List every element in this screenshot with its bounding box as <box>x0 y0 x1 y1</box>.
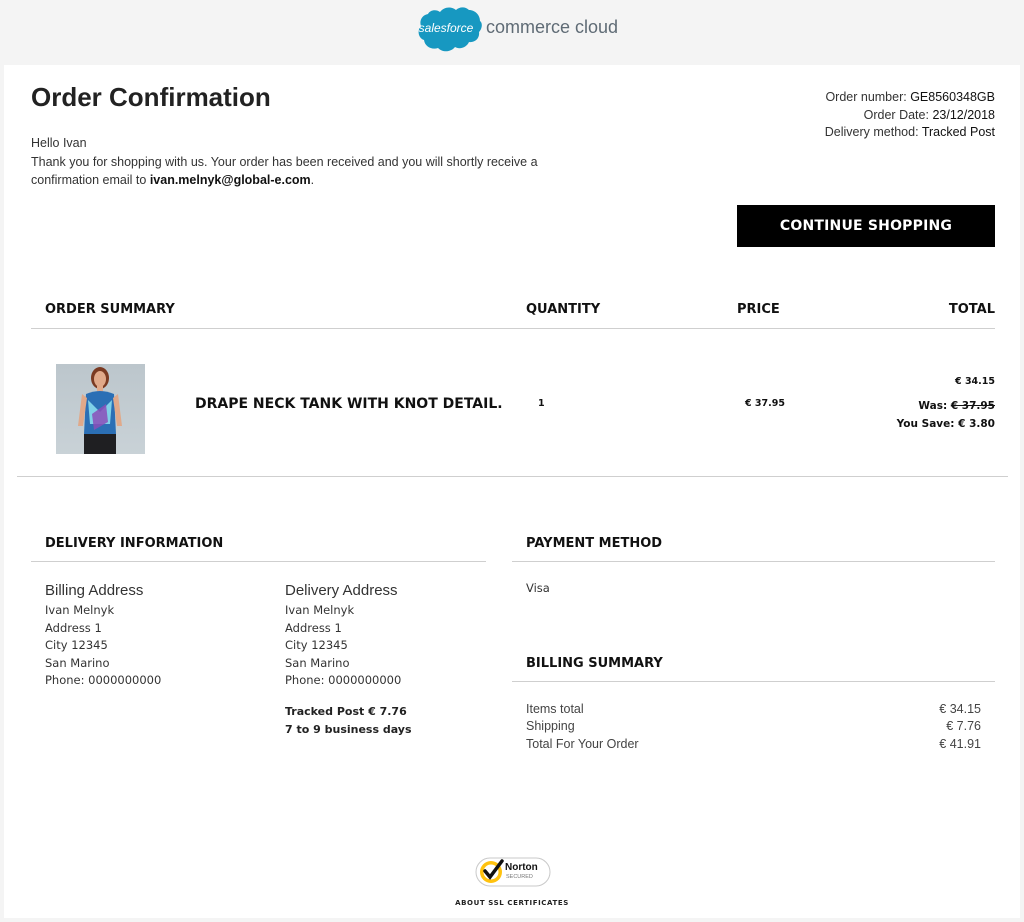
order-number-value: GE8560348GB <box>910 90 995 104</box>
order-details: Order number: GE8560348GB Order Date: 23… <box>825 89 995 142</box>
delivery-line: San Marino <box>285 655 350 670</box>
order-date-value: 23/12/2018 <box>932 107 995 122</box>
order-number-label: Order number: <box>825 90 907 104</box>
product-image[interactable] <box>56 364 145 454</box>
shipping-eta: 7 to 9 business days <box>285 723 412 736</box>
continue-shopping-button[interactable]: CONTINUE SHOPPING <box>737 205 995 247</box>
delivery-line: Address 1 <box>285 620 342 635</box>
billing-line: Phone: 0000000000 <box>45 673 162 687</box>
you-save: You Save: € 3.80 <box>897 418 995 430</box>
payment-method-value: Visa <box>526 581 550 595</box>
summary-divider <box>31 328 995 329</box>
billing-address-title: Billing Address <box>45 582 144 599</box>
confirmation-message: Thank you for shopping with us. Your ord… <box>31 153 571 189</box>
was-price: Was: € 37.95 <box>918 400 995 412</box>
norton-secured-badge[interactable]: Norton SECURED <box>475 856 551 888</box>
top-header: salesforce commerce cloud <box>0 0 1024 65</box>
norton-secured-text: SECURED <box>506 874 533 880</box>
commerce-cloud-text: commerce cloud <box>486 17 619 37</box>
order-summary-header: ORDER SUMMARY <box>45 302 175 317</box>
item-price: € 37.95 <box>745 398 785 409</box>
items-total-label: Items total <box>526 702 584 716</box>
billing-address: Ivan Melnyk Address 1 City 12345 San Mar… <box>45 602 161 690</box>
delivery-divider <box>31 561 486 562</box>
billing-line: City 12345 <box>45 638 108 652</box>
order-date-label: Order Date: <box>863 107 929 122</box>
total-header: TOTAL <box>948 302 995 317</box>
confirmation-suffix: . <box>310 173 315 187</box>
save-value: € 3.80 <box>958 418 995 430</box>
order-number-row: Order number: GE8560348GB <box>825 89 995 107</box>
payment-method-heading: PAYMENT METHOD <box>526 536 663 551</box>
items-total-value: € 34.15 <box>939 702 981 716</box>
delivery-method-value: Tracked Post <box>921 125 995 139</box>
delivery-info-heading: DELIVERY INFORMATION <box>45 536 224 551</box>
price-header: PRICE <box>737 302 780 317</box>
quantity-header: QUANTITY <box>526 302 601 317</box>
delivery-address-title: Delivery Address <box>285 582 398 599</box>
delivery-address: Ivan Melnyk Address 1 City 12345 San Mar… <box>285 602 401 690</box>
billing-divider <box>512 681 995 682</box>
shipping-value: € 7.76 <box>946 719 981 733</box>
order-total-label: Total For Your Order <box>526 737 639 751</box>
product-name[interactable]: DRAPE NECK TANK WITH KNOT DETAIL. <box>195 396 503 412</box>
product-photo-drawing <box>78 367 122 454</box>
billing-line: Ivan Melnyk <box>45 603 115 617</box>
item-divider <box>17 476 1008 477</box>
delivery-line: City 12345 <box>285 638 348 652</box>
shipping-method-name: Tracked Post € 7.76 <box>285 705 407 718</box>
order-total-value: € 41.91 <box>939 737 981 751</box>
shipping-method: Tracked Post € 7.76 7 to 9 business days <box>285 703 412 739</box>
payment-divider <box>512 561 995 562</box>
norton-text: Norton <box>505 862 538 873</box>
salesforce-cloud-text: salesforce <box>418 21 474 35</box>
page-title: Order Confirmation <box>31 82 271 112</box>
customer-email: ivan.melnyk@global-e.com <box>149 173 311 187</box>
delivery-line: Phone: 0000000000 <box>285 673 402 687</box>
item-quantity: 1 <box>538 398 545 409</box>
save-label: You Save: <box>896 418 955 430</box>
billing-line: San Marino <box>45 655 110 670</box>
delivery-method-row: Delivery method: Tracked Post <box>825 124 995 142</box>
billing-summary-heading: BILLING SUMMARY <box>526 656 663 671</box>
about-ssl-link[interactable]: ABOUT SSL CERTIFICATES <box>0 899 1024 907</box>
order-date-row: Order Date: 23/12/2018 <box>825 107 995 125</box>
was-value: € 37.95 <box>950 400 995 412</box>
billing-line: Address 1 <box>45 620 102 635</box>
delivery-line: Ivan Melnyk <box>285 603 355 617</box>
item-total: € 34.15 <box>955 376 995 387</box>
shipping-label: Shipping <box>526 719 575 733</box>
delivery-method-label: Delivery method: <box>824 125 919 139</box>
greeting-text: Hello Ivan <box>31 136 87 150</box>
main-panel <box>4 65 1020 918</box>
was-label: Was: <box>918 400 948 412</box>
